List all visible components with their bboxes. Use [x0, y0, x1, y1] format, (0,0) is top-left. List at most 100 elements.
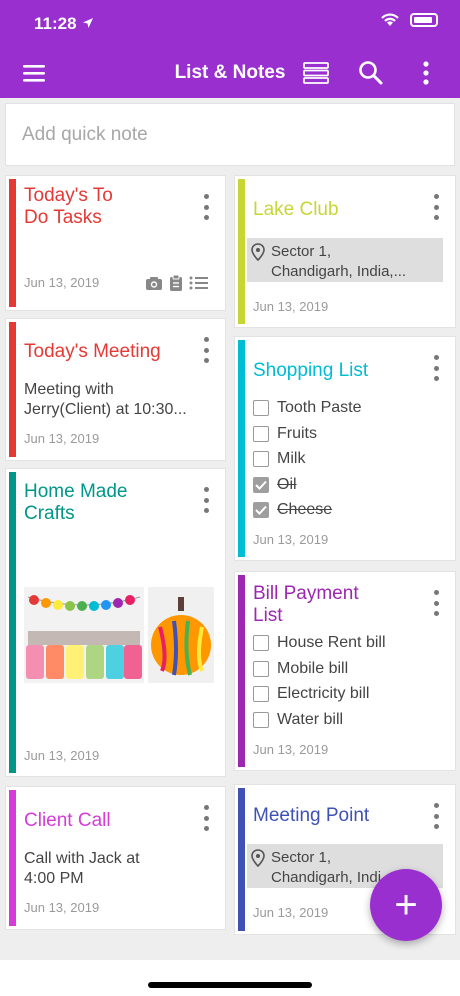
checkbox-checked[interactable]	[253, 502, 269, 518]
app-title: List & Notes	[174, 62, 286, 83]
card-body-line: Jerry(Client) at 10:30...	[24, 401, 187, 418]
card-menu-button[interactable]	[431, 194, 441, 220]
card-color-bar	[238, 179, 245, 324]
add-note-button[interactable]: +	[370, 869, 442, 941]
checklist-icon	[189, 276, 208, 290]
card-date: Jun 13, 2019	[253, 532, 329, 547]
card-body-line: 4:00 PM	[24, 870, 84, 887]
card-date: Jun 13, 2019	[24, 900, 100, 915]
card-menu-button[interactable]	[431, 355, 441, 381]
location-line: Sector 1,	[271, 849, 332, 866]
craft-jars-image	[24, 587, 144, 683]
camera-icon	[146, 277, 162, 290]
note-card-todo[interactable]: Today's To Do Tasks Jun 13, 2019	[5, 175, 226, 311]
checkbox[interactable]	[253, 686, 269, 702]
card-date: Jun 13, 2019	[253, 905, 329, 920]
home-indicator[interactable]	[148, 982, 312, 988]
search-icon	[359, 61, 383, 85]
check-icon	[255, 505, 267, 515]
card-date: Jun 13, 2019	[253, 299, 329, 314]
location-pin-icon	[251, 243, 265, 261]
clipboard-icon	[170, 274, 182, 291]
list-view-icon	[303, 62, 329, 84]
checkbox[interactable]	[253, 426, 269, 442]
checkbox[interactable]	[253, 451, 269, 467]
checkbox-checked[interactable]	[253, 477, 269, 493]
note-card-client-call[interactable]: Client Call Call with Jack at 4:00 PM Ju…	[5, 786, 226, 930]
card-menu-button[interactable]	[431, 803, 441, 829]
checkbox[interactable]	[253, 635, 269, 651]
checklist-label: Water bill	[277, 711, 344, 728]
checklist-item[interactable]: Electricity bill	[253, 685, 369, 703]
status-icons	[380, 13, 438, 27]
location-box: Sector 1, Chandigarh, India,...	[247, 238, 443, 282]
check-icon	[255, 480, 267, 490]
note-card-meeting[interactable]: Today's Meeting Meeting with Jerry(Clien…	[5, 318, 226, 461]
checklist-label: Tooth Paste	[277, 399, 362, 416]
overflow-menu-button[interactable]	[411, 58, 441, 88]
card-title-line: Do Tasks	[24, 207, 102, 228]
card-date: Jun 13, 2019	[24, 431, 100, 446]
card-menu-button[interactable]	[201, 337, 211, 363]
location-line: Sector 1,	[271, 243, 332, 260]
card-menu-button[interactable]	[201, 805, 211, 831]
checklist-label: House Rent bill	[277, 634, 386, 651]
card-title-line: Bill Payment	[253, 583, 359, 604]
card-color-bar	[9, 179, 16, 307]
note-card-lake-club[interactable]: Lake Club Sector 1, Chandigarh, India,..…	[234, 175, 456, 328]
card-color-bar	[9, 472, 16, 773]
note-card-bill-payment[interactable]: Bill Payment List House Rent bill Mobile…	[234, 571, 456, 771]
quick-note-placeholder: Add quick note	[22, 124, 148, 145]
checklist-label: Milk	[277, 450, 306, 467]
card-title-line: Home Made	[24, 481, 128, 502]
checklist-item[interactable]: Milk	[253, 450, 305, 468]
card-color-bar	[9, 322, 16, 457]
view-toggle-button[interactable]	[301, 58, 331, 88]
location-line: Chandigarh, India,...	[271, 263, 407, 280]
card-color-bar	[238, 575, 245, 767]
card-title: Bill Payment List	[253, 583, 359, 627]
checklist-label: Electricity bill	[277, 685, 370, 702]
location-pin-icon	[251, 849, 265, 867]
card-date: Jun 13, 2019	[24, 275, 100, 290]
card-body: Call with Jack at 4:00 PM	[24, 849, 140, 889]
card-menu-button[interactable]	[201, 487, 211, 513]
checklist-item[interactable]: House Rent bill	[253, 634, 386, 652]
card-date: Jun 13, 2019	[24, 748, 100, 763]
note-card-crafts[interactable]: Home Made Crafts Jun 13, 2019	[5, 468, 226, 777]
card-title: Home Made Crafts	[24, 481, 128, 525]
card-title: Meeting Point	[253, 805, 370, 826]
card-title: Shopping List	[253, 360, 369, 381]
checklist-item[interactable]: Tooth Paste	[253, 399, 362, 417]
more-vertical-icon	[423, 61, 429, 85]
note-card-shopping-list[interactable]: Shopping List Tooth Paste Fruits Milk Oi…	[234, 336, 456, 561]
card-menu-button[interactable]	[431, 590, 441, 616]
plus-icon: +	[394, 882, 418, 927]
card-title: Today's Meeting	[24, 341, 161, 362]
app-header: 11:28 List & Notes	[0, 0, 460, 98]
card-title-line: Crafts	[24, 503, 75, 524]
card-title: Client Call	[24, 810, 111, 831]
location-arrow-icon	[83, 18, 93, 28]
card-date: Jun 13, 2019	[253, 742, 329, 757]
wifi-icon	[381, 13, 399, 26]
checklist-label: Fruits	[277, 425, 317, 442]
quick-note-input[interactable]: Add quick note	[5, 103, 455, 166]
checklist-item[interactable]: Cheese	[253, 501, 332, 519]
checkbox[interactable]	[253, 712, 269, 728]
checklist-item[interactable]: Fruits	[253, 425, 317, 443]
checkbox[interactable]	[253, 400, 269, 416]
card-color-bar	[9, 790, 16, 926]
checklist-label: Mobile bill	[277, 660, 349, 677]
card-body: Meeting with Jerry(Client) at 10:30...	[24, 380, 187, 420]
status-time: 11:28	[34, 14, 77, 33]
checklist-item[interactable]: Oil	[253, 476, 297, 494]
checkbox[interactable]	[253, 661, 269, 677]
checklist-item[interactable]: Water bill	[253, 711, 343, 729]
checklist-item[interactable]: Mobile bill	[253, 660, 348, 678]
card-menu-button[interactable]	[201, 194, 211, 220]
search-button[interactable]	[356, 58, 386, 88]
battery-icon	[410, 13, 438, 27]
bottom-area	[0, 960, 460, 996]
card-title-line: Today's To	[24, 185, 113, 206]
